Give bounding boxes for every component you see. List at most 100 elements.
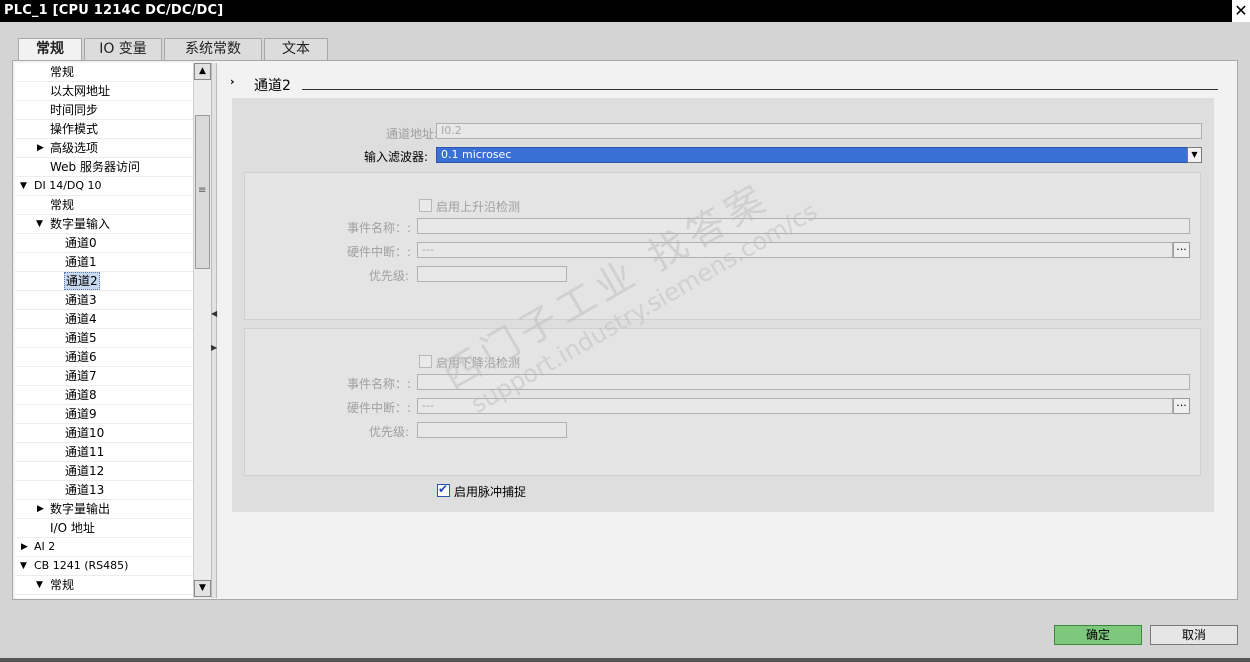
tree-item[interactable]: 通道4: [15, 310, 193, 329]
tree-item-label: 通道0: [65, 236, 97, 250]
tree-item[interactable]: ▼ 数字量输入: [15, 215, 193, 234]
tab-general[interactable]: 常规: [18, 38, 82, 61]
tree-item-label: Web 服务器访问: [50, 160, 140, 174]
scroll-up-icon[interactable]: ▲: [194, 63, 211, 80]
tree-item-label: 常规: [50, 198, 75, 212]
tree-item-label: 以太网地址: [50, 84, 111, 98]
rising-edge-checkbox[interactable]: [419, 199, 432, 212]
hardware-interrupt-label: 硬件中断：:: [346, 245, 411, 259]
expand-right-icon[interactable]: ▶: [37, 500, 47, 518]
tree-item[interactable]: 常规: [15, 63, 193, 82]
tree-item-label: I/O 地址: [50, 521, 95, 535]
tree-item-label: 数字量输出: [50, 502, 111, 516]
tree-item[interactable]: 通道6: [15, 348, 193, 367]
navigation-tree: 常规 以太网地址 时间同步 操作模式 ▶ 高级选项 Web 服务器访问 ▼ DI 1…: [15, 63, 193, 598]
tree-item-label: 通道4: [65, 312, 97, 326]
tree-item[interactable]: 通道1: [15, 253, 193, 272]
input-filter-value: 0.1 microsec: [441, 148, 512, 161]
browse-ellipsis-icon[interactable]: ...: [1173, 241, 1190, 258]
tree-item-label: 数字量输入: [50, 217, 111, 231]
tree-item-label: 常规: [50, 65, 75, 79]
tree-item[interactable]: 常规: [15, 196, 193, 215]
tree-item[interactable]: 通道13: [15, 481, 193, 500]
scroll-thumb[interactable]: ≡: [195, 115, 210, 269]
cancel-button[interactable]: 取消: [1150, 625, 1238, 645]
properties-panel: 常规 以太网地址 时间同步 操作模式 ▶ 高级选项 Web 服务器访问 ▼ DI 1…: [12, 60, 1238, 600]
panel-splitter[interactable]: ◀ ▶: [211, 63, 217, 598]
tree-item[interactable]: 通道11: [15, 443, 193, 462]
event-name-label: 事件名称：:: [346, 221, 411, 235]
tree-item-selected[interactable]: 通道2: [15, 272, 193, 291]
bottom-border: [0, 658, 1250, 662]
grip-icon: ≡: [198, 185, 207, 196]
input-filter-select[interactable]: 0.1 microsec ▼: [436, 147, 1202, 163]
tree-item[interactable]: ▶ AI 2: [15, 538, 193, 557]
tree-item[interactable]: ▼ 常规: [15, 576, 193, 595]
tab-system-constants[interactable]: 系统常数: [164, 38, 262, 60]
tree-item-label: 通道11: [65, 445, 105, 459]
tree-item[interactable]: Web 服务器访问: [15, 158, 193, 177]
tree-item-label: 操作模式: [50, 122, 99, 136]
tree-item[interactable]: ▶ 数字量输出: [15, 500, 193, 519]
expand-right-icon[interactable]: ▶: [37, 139, 47, 157]
falling-edge-checkbox[interactable]: [419, 355, 432, 368]
tree-item[interactable]: 通道10: [15, 424, 193, 443]
tree-item[interactable]: 时间同步: [15, 101, 193, 120]
tree-item-label: 通道1: [65, 255, 97, 269]
tree-item-label: 高级选项: [50, 141, 99, 155]
tab-texts[interactable]: 文本: [264, 38, 328, 60]
tree-item[interactable]: 通道9: [15, 405, 193, 424]
tree-item-label: 通道6: [65, 350, 97, 364]
ok-button[interactable]: 确定: [1054, 625, 1142, 645]
tab-io-tags[interactable]: IO 变量: [84, 38, 162, 60]
tree-item[interactable]: 通道3: [15, 291, 193, 310]
close-icon[interactable]: ✕: [1232, 0, 1250, 22]
tree-item[interactable]: ▼ CB 1241 (RS485): [15, 557, 193, 576]
tree-item[interactable]: 通道7: [15, 367, 193, 386]
scroll-down-icon[interactable]: ▼: [194, 580, 211, 597]
expand-down-icon[interactable]: ▼: [36, 215, 46, 233]
channel-address-field: I0.2: [436, 123, 1202, 139]
rising-edge-label: 启用上升沿检测: [436, 200, 521, 214]
expand-down-icon[interactable]: ▼: [36, 576, 46, 594]
window-title: PLC_1 [CPU 1214C DC/DC/DC]: [4, 3, 224, 18]
browse-ellipsis-icon[interactable]: ...: [1173, 397, 1190, 414]
tree-item[interactable]: I/O 地址: [15, 519, 193, 538]
tree-item-label: AI 2: [34, 540, 56, 553]
expand-down-icon[interactable]: ▼: [20, 177, 30, 195]
tree-item[interactable]: 以太网地址: [15, 82, 193, 101]
tree-item-label: 通道5: [65, 331, 97, 345]
event-name-field[interactable]: [417, 374, 1190, 390]
tree-item-label: 通道9: [65, 407, 97, 421]
tree-item[interactable]: ▶ 高级选项: [15, 139, 193, 158]
tree-item[interactable]: 操作模式: [15, 120, 193, 139]
tree-item[interactable]: 通道5: [15, 329, 193, 348]
pulse-catch-checkbox[interactable]: [437, 482, 450, 497]
priority-field[interactable]: [417, 422, 567, 438]
hardware-interrupt-field[interactable]: ---: [417, 242, 1173, 258]
section-header[interactable]: › 通道2: [230, 73, 1220, 94]
tree-item-label: 通道12: [65, 464, 105, 478]
tree-item-label: 通道3: [65, 293, 97, 307]
collapse-left-icon[interactable]: ◀: [211, 309, 217, 319]
expand-right-icon[interactable]: ▶: [211, 343, 217, 353]
tree-item[interactable]: 通道8: [15, 386, 193, 405]
expand-right-icon[interactable]: ▶: [21, 538, 31, 556]
tree-item-label: 时间同步: [50, 103, 99, 117]
tree-item[interactable]: 通道0: [15, 234, 193, 253]
event-name-field[interactable]: [417, 218, 1190, 234]
input-filter-label: 输入滤波器:: [363, 150, 428, 164]
tree-item-label: 常规: [50, 578, 75, 592]
channel-settings-form: 通道地址: I0.2 输入滤波器: 0.1 microsec ▼ 启用上升沿检测…: [232, 98, 1214, 512]
hardware-interrupt-field[interactable]: ---: [417, 398, 1173, 414]
tree-item[interactable]: ▼ DI 14/DQ 10: [15, 177, 193, 196]
tree-scrollbar[interactable]: ▲ ≡ ▼: [193, 63, 211, 598]
chevron-down-icon[interactable]: ▼: [1187, 147, 1202, 163]
priority-field[interactable]: [417, 266, 567, 282]
priority-label: 优先级:: [368, 425, 409, 439]
tree-item[interactable]: 通道12: [15, 462, 193, 481]
expand-down-icon[interactable]: ▼: [20, 557, 30, 575]
event-name-label: 事件名称：:: [346, 377, 411, 391]
dialog-frame: 常规 IO 变量 系统常数 文本 常规 以太网地址 时间同步 操作模式 ▶ 高级选…: [0, 22, 1250, 662]
chevron-right-icon[interactable]: ›: [230, 75, 235, 88]
